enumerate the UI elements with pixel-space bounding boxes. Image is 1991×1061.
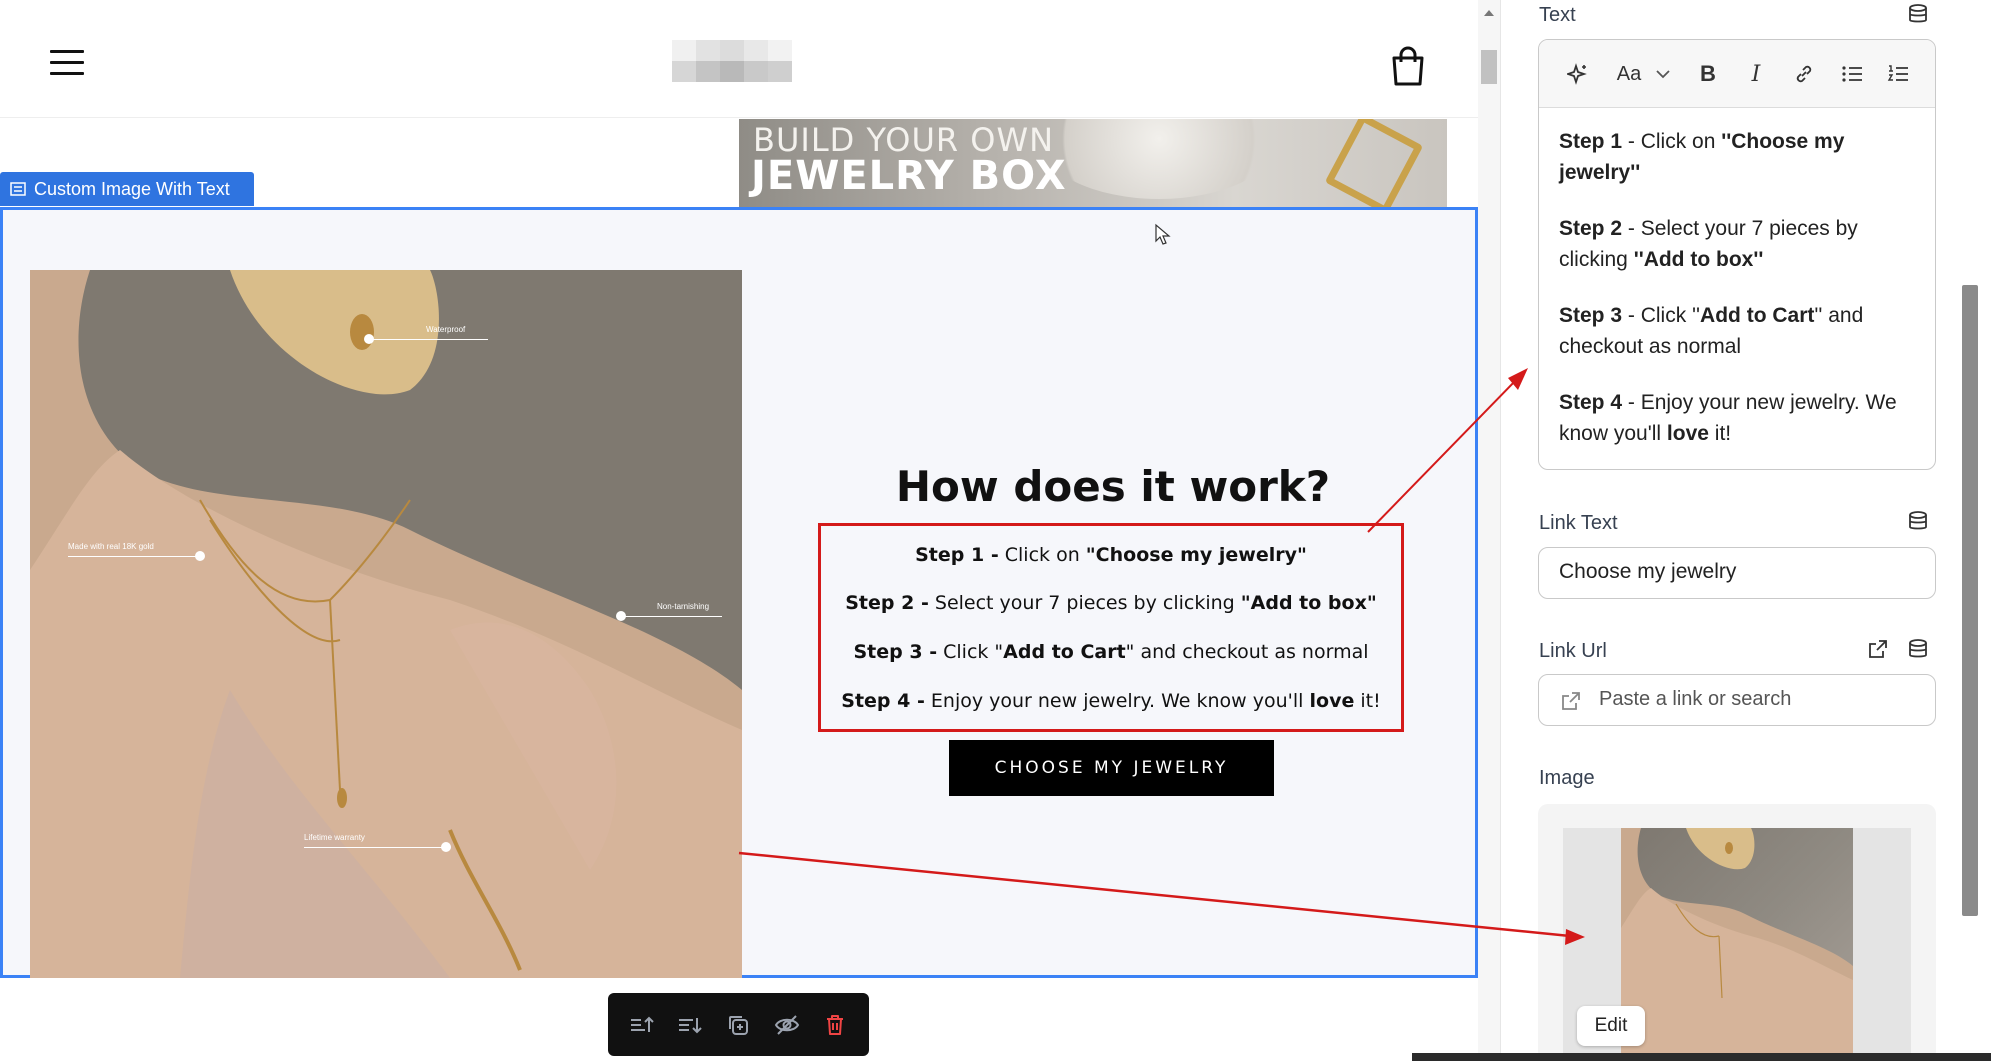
step-4: Step 4 - Enjoy your new jewelry. We know… — [841, 690, 1381, 712]
sidebar-scrollbar[interactable] — [1962, 285, 1978, 916]
annotation-waterproof: Waterproof — [426, 325, 466, 334]
link-icon[interactable] — [1789, 60, 1819, 88]
external-link-icon[interactable] — [1867, 638, 1889, 660]
jewelry-box-banner: BUILD YOUR OWN JEWELRY BOX — [739, 119, 1447, 207]
mouse-cursor-icon — [1155, 223, 1171, 245]
annotation-non-tarnishing: Non-tarnishing — [657, 602, 710, 611]
text-field-label: Text — [1539, 4, 1576, 26]
delete-icon[interactable] — [818, 1008, 852, 1042]
editor-paragraph: Step 3 - Click ''Add to Cart'' and check… — [1559, 304, 1864, 358]
model-photo-illustration — [30, 270, 742, 978]
step-3: Step 3 - Click "Add to Cart" and checkou… — [853, 641, 1369, 663]
duplicate-icon[interactable] — [721, 1008, 755, 1042]
banner-line-2: JEWELRY BOX — [751, 153, 1067, 199]
section-layout-icon — [10, 182, 26, 196]
edit-image-button[interactable]: Edit — [1577, 1006, 1645, 1046]
canvas-scroll-thumb[interactable] — [1481, 50, 1497, 84]
link-url-input[interactable]: Paste a link or search — [1538, 674, 1936, 726]
link-url-placeholder: Paste a link or search — [1599, 688, 1792, 710]
section-tag[interactable]: Custom Image With Text — [0, 172, 254, 206]
database-icon[interactable] — [1907, 3, 1929, 25]
editor-paragraph: Step 1 - Click on ''Choose my jewelry'' — [1559, 130, 1845, 184]
rich-text-editor[interactable]: Aa B I Step 1 - Click on ''Choose my jew… — [1538, 39, 1936, 470]
hide-icon[interactable] — [770, 1008, 804, 1042]
model-photo: Waterproof Made with real 18K gold Non-t… — [30, 270, 742, 978]
editor-paragraph: Step 2 - Select your 7 pieces by clickin… — [1559, 217, 1858, 271]
bottom-bar — [1412, 1053, 1991, 1061]
font-size-button[interactable]: Aa — [1611, 60, 1647, 88]
link-search-icon — [1562, 692, 1580, 710]
database-icon[interactable] — [1907, 638, 1929, 660]
thumbnail-illustration — [1621, 828, 1853, 1061]
chevron-down-icon[interactable] — [1653, 60, 1673, 88]
annotation-lifetime-warranty: Lifetime warranty — [304, 833, 365, 842]
menu-icon[interactable] — [50, 50, 84, 76]
preview-canvas: BUILD YOUR OWN JEWELRY BOX Custom Image … — [0, 0, 1478, 1061]
step-1: Step 1 - Click on "Choose my jewelry" — [915, 544, 1307, 566]
numbered-list-icon[interactable] — [1883, 60, 1913, 88]
link-text-label: Link Text — [1539, 512, 1618, 534]
shopping-bag-icon[interactable] — [1390, 46, 1426, 86]
database-icon[interactable] — [1907, 510, 1929, 532]
ai-sparkle-icon[interactable] — [1563, 60, 1593, 88]
bold-icon[interactable]: B — [1693, 60, 1723, 88]
site-header — [0, 6, 1478, 118]
link-url-label: Link Url — [1539, 640, 1607, 662]
section-tag-label: Custom Image With Text — [34, 179, 230, 199]
image-picker[interactable]: Edit — [1538, 804, 1936, 1061]
italic-icon[interactable]: I — [1741, 60, 1771, 88]
link-text-input[interactable]: Choose my jewelry — [1538, 547, 1936, 599]
annotation-18k-gold: Made with real 18K gold — [68, 542, 154, 551]
steps-highlight-box: Step 1 - Click on "Choose my jewelry" St… — [818, 523, 1404, 732]
choose-my-jewelry-button[interactable]: CHOOSE MY JEWELRY — [949, 740, 1274, 796]
move-up-icon[interactable] — [625, 1008, 659, 1042]
canvas-scrollbar[interactable] — [1478, 0, 1500, 1061]
how-it-works-title: How does it work? — [895, 462, 1331, 511]
custom-image-with-text-section[interactable]: Waterproof Made with real 18K gold Non-t… — [0, 207, 1478, 978]
image-label: Image — [1539, 767, 1595, 789]
settings-sidebar: Text Aa B I Step 1 - Click on ''Choose m… — [1500, 0, 1991, 1061]
scroll-up-arrow[interactable] — [1484, 10, 1494, 16]
bullet-list-icon[interactable] — [1837, 60, 1867, 88]
move-down-icon[interactable] — [673, 1008, 707, 1042]
blurred-logo[interactable] — [672, 40, 792, 82]
editor-content[interactable]: Step 1 - Click on ''Choose my jewelry'' … — [1559, 126, 1921, 469]
editor-paragraph: Step 4 - Enjoy your new jewelry. We know… — [1559, 391, 1897, 445]
editor-toolbar: Aa B I — [1539, 40, 1935, 108]
step-2: Step 2 - Select your 7 pieces by clickin… — [845, 592, 1377, 614]
section-toolbar — [608, 993, 869, 1056]
